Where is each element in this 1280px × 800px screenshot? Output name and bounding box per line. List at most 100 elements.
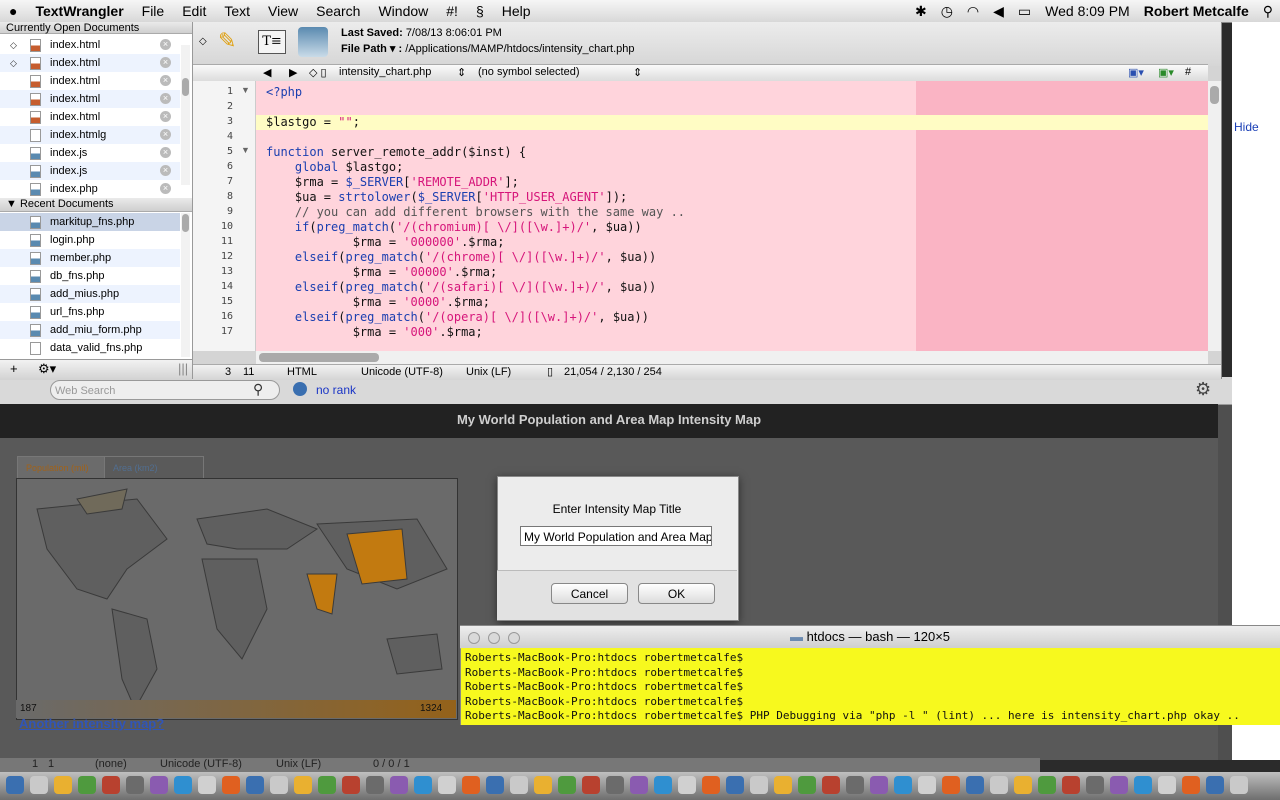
dock-app-icon[interactable]: [1014, 776, 1032, 794]
time-machine-icon[interactable]: ◷: [934, 3, 960, 20]
code-line[interactable]: $ua = strtolower($_SERVER['HTTP_USER_AGE…: [266, 190, 627, 204]
another-map-link[interactable]: Another intensity map?: [19, 716, 164, 731]
code-line[interactable]: if(preg_match('/(chromium)[ \/]([\w.]+)/…: [266, 220, 642, 234]
dock-app-icon[interactable]: [774, 776, 792, 794]
back-arrow-icon[interactable]: ◀: [263, 66, 271, 79]
open-doc-item[interactable]: index.html ×: [0, 108, 180, 126]
recent-doc-item[interactable]: add_mius.php: [0, 285, 180, 303]
dock-app-icon[interactable]: [1134, 776, 1152, 794]
dock-app-icon[interactable]: [222, 776, 240, 794]
dock-app-icon[interactable]: [126, 776, 144, 794]
menu-file[interactable]: File: [133, 3, 174, 19]
zoom-window-button[interactable]: [508, 632, 520, 644]
dock-app-icon[interactable]: [606, 776, 624, 794]
code-line[interactable]: global $lastgo;: [266, 160, 403, 174]
bg-status-encoding[interactable]: Unicode (UTF-8): [160, 758, 242, 770]
horizontal-scroll-thumb[interactable]: [259, 353, 379, 362]
dock-app-icon[interactable]: [990, 776, 1008, 794]
wifi-icon[interactable]: ◠: [960, 3, 986, 20]
user-name[interactable]: Robert Metcalfe: [1137, 3, 1256, 19]
apple-menu-icon[interactable]: ●: [0, 3, 26, 19]
dock-app-icon[interactable]: [30, 776, 48, 794]
fold-triangle-icon[interactable]: ▼: [241, 85, 250, 95]
forward-arrow-icon[interactable]: ▶: [289, 66, 297, 79]
dock-app-icon[interactable]: [462, 776, 480, 794]
symbol-popup[interactable]: (no symbol selected): [478, 66, 580, 78]
recent-doc-item[interactable]: db_fns.php: [0, 267, 180, 285]
sidebar-scroll-thumb[interactable]: [182, 78, 189, 96]
dock-app-icon[interactable]: [174, 776, 192, 794]
dock-app-icon[interactable]: [798, 776, 816, 794]
dock-app-icon[interactable]: [654, 776, 672, 794]
open-doc-item[interactable]: index.js ×: [0, 162, 180, 180]
menu-edit[interactable]: Edit: [173, 3, 215, 19]
page-rank[interactable]: no rank: [316, 383, 356, 397]
dock-app-icon[interactable]: [1062, 776, 1080, 794]
clock[interactable]: Wed 8:09 PM: [1038, 3, 1137, 19]
dock-app-icon[interactable]: [582, 776, 600, 794]
dock-app-icon[interactable]: [150, 776, 168, 794]
dock-app-icon[interactable]: [102, 776, 120, 794]
tab-area[interactable]: Area (km2): [104, 456, 204, 479]
dock-app-icon[interactable]: [846, 776, 864, 794]
recent-scrollbar[interactable]: [181, 213, 190, 357]
recent-doc-item[interactable]: data_valid_fns.php: [0, 339, 180, 357]
ok-button[interactable]: OK: [638, 583, 715, 604]
recent-scroll-thumb[interactable]: [182, 214, 189, 232]
language-popup[interactable]: HTML: [287, 365, 317, 380]
hide-link[interactable]: Hide: [1234, 120, 1259, 134]
dock-app-icon[interactable]: [270, 776, 288, 794]
dock-app-icon[interactable]: [1182, 776, 1200, 794]
close-icon[interactable]: ×: [160, 129, 171, 140]
dock-app-icon[interactable]: [1038, 776, 1056, 794]
resize-handle-icon[interactable]: |||: [178, 361, 188, 376]
bluetooth-icon[interactable]: ✱: [908, 3, 934, 20]
counterpart-icon[interactable]: ▣▾: [1158, 66, 1174, 79]
dock-app-icon[interactable]: [414, 776, 432, 794]
dock-app-icon[interactable]: [1230, 776, 1248, 794]
code-line[interactable]: $rma = '000'.$rma;: [266, 325, 483, 339]
recent-doc-item[interactable]: markitup_fns.php: [0, 213, 180, 231]
close-icon[interactable]: ×: [160, 75, 171, 86]
open-doc-item[interactable]: ◇ index.html ×: [0, 36, 180, 54]
bookmark-icon[interactable]: ▣▾: [1128, 66, 1144, 79]
recent-doc-item[interactable]: member.php: [0, 249, 180, 267]
minimize-window-button[interactable]: [488, 632, 500, 644]
dock-app-icon[interactable]: [486, 776, 504, 794]
dock-app-icon[interactable]: [246, 776, 264, 794]
code-lines[interactable]: 1 ▼ <?php 2 3 $lastgo = ""; 4 5 ▼ function server…: [193, 85, 1208, 351]
code-line[interactable]: $rma = '000000'.$rma;: [266, 235, 505, 249]
open-doc-item[interactable]: ◇ index.html ×: [0, 54, 180, 72]
text-options-icon[interactable]: T≡: [258, 30, 286, 54]
dock-app-icon[interactable]: [942, 776, 960, 794]
dock-app-icon[interactable]: [390, 776, 408, 794]
menu-text[interactable]: Text: [215, 3, 259, 19]
close-window-button[interactable]: [468, 632, 480, 644]
bg-status-symbol[interactable]: (none): [95, 758, 127, 770]
volume-icon[interactable]: ◀: [986, 3, 1011, 20]
code-line[interactable]: // you can add different browsers with t…: [266, 205, 685, 219]
intensity-map[interactable]: [16, 478, 458, 720]
cancel-button[interactable]: Cancel: [551, 583, 628, 604]
close-icon[interactable]: ×: [160, 147, 171, 158]
dock-app-icon[interactable]: [1158, 776, 1176, 794]
pencil-icon[interactable]: ✎: [218, 28, 236, 54]
close-icon[interactable]: ×: [160, 111, 171, 122]
dock-app-icon[interactable]: [1110, 776, 1128, 794]
menu-shebang[interactable]: #!: [437, 3, 467, 19]
dock-app-icon[interactable]: [702, 776, 720, 794]
dock-app-icon[interactable]: [54, 776, 72, 794]
disclosure-triangle-icon[interactable]: ▼: [6, 198, 20, 210]
file-path[interactable]: File Path ▾ : /Applications/MAMP/htdocs/…: [341, 42, 634, 55]
gear-icon[interactable]: ⚙: [1195, 379, 1211, 400]
dock-app-icon[interactable]: [78, 776, 96, 794]
sidebar-gear-icon[interactable]: ⚙▾: [38, 361, 56, 377]
battery-icon[interactable]: ▭: [1011, 3, 1038, 20]
menu-view[interactable]: View: [259, 3, 307, 19]
recent-doc-item[interactable]: login.php: [0, 231, 180, 249]
dock-app-icon[interactable]: [750, 776, 768, 794]
menu-search[interactable]: Search: [307, 3, 369, 19]
menu-help[interactable]: Help: [493, 3, 540, 19]
add-document-button[interactable]: +: [10, 361, 18, 376]
code-line[interactable]: $rma = $_SERVER['REMOTE_ADDR'];: [266, 175, 519, 189]
